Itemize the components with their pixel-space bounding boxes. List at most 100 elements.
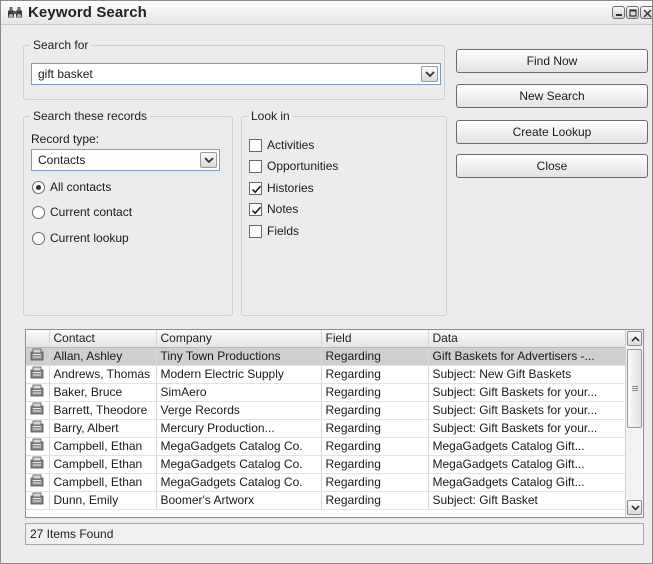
record-type-combobox[interactable]: Contacts xyxy=(31,149,220,171)
cell-contact: Baker, Bruce xyxy=(49,383,157,402)
checkbox-box[interactable] xyxy=(249,182,262,195)
keyword-search-window: Keyword Search Search for gift basket Se… xyxy=(0,0,653,564)
cell-company: SimAero xyxy=(156,383,322,402)
cell-contact: Barry, Albert xyxy=(49,419,157,438)
table-row[interactable]: Campbell, Ethan MegaGadgets Catalog Co. Re… xyxy=(26,437,626,456)
column-header-company[interactable]: Company xyxy=(156,330,322,348)
cell-contact: Campbell, Ethan xyxy=(49,455,157,474)
cell-field: Regarding xyxy=(321,347,429,366)
radio-label: Current contact xyxy=(50,205,133,219)
checkbox-label: Notes xyxy=(267,202,299,216)
cell-data: MegaGadgets Catalog Gift... xyxy=(428,437,626,456)
cell-field: Regarding xyxy=(321,401,429,420)
cell-data: Gift Baskets for Advertisers -... xyxy=(428,347,626,366)
search-for-dropdown-button[interactable] xyxy=(421,66,438,82)
checkmark-icon xyxy=(251,206,262,215)
cell-company: Tiny Town Productions xyxy=(156,347,322,366)
record-type-dropdown-button[interactable] xyxy=(200,152,217,168)
table-row[interactable]: Barrett, Theodore Verge Records Regarding S… xyxy=(26,401,626,420)
row-icon-cell xyxy=(26,419,50,438)
minimize-icon xyxy=(616,14,622,16)
results-header-row: Contact Company Field Data xyxy=(26,330,626,348)
checkbox-box[interactable] xyxy=(249,139,262,152)
table-row[interactable]: Dunn, Emily Boomer's Artworx Regarding Subj… xyxy=(26,491,626,510)
cell-contact: Barrett, Theodore xyxy=(49,401,157,420)
cell-company: Boomer's Artworx xyxy=(156,491,322,510)
cell-data: MegaGadgets Catalog Gift... xyxy=(428,473,626,492)
row-icon-cell xyxy=(26,365,50,384)
table-row[interactable]: Baker, Bruce SimAero Regarding Subject: Gif… xyxy=(26,383,626,402)
column-header-field[interactable]: Field xyxy=(321,330,429,348)
items-found-text: 27 Items Found xyxy=(30,527,114,541)
vertical-scrollbar[interactable] xyxy=(625,330,643,517)
chevron-down-icon xyxy=(204,157,214,164)
radio-indicator[interactable] xyxy=(32,181,45,194)
record-type-label: Record type: xyxy=(31,132,100,146)
checkbox-box[interactable] xyxy=(249,160,262,173)
search-for-combobox[interactable]: gift basket xyxy=(31,63,441,85)
create-lookup-button[interactable]: Create Lookup xyxy=(456,120,648,144)
table-row[interactable]: Campbell, Ethan MegaGadgets Catalog Co. Re… xyxy=(26,473,626,492)
column-header-contact[interactable]: Contact xyxy=(49,330,157,348)
binoculars-icon xyxy=(7,5,23,21)
close-window-button[interactable] xyxy=(640,6,652,19)
search-for-legend: Search for xyxy=(33,38,89,52)
minimize-button[interactable] xyxy=(612,6,625,19)
cell-contact: Andrews, Thomas xyxy=(49,365,157,384)
checkbox-box[interactable] xyxy=(249,203,262,216)
radio-label: Current lookup xyxy=(50,231,129,245)
cell-data: MegaGadgets Catalog Gift... xyxy=(428,455,626,474)
cell-field: Regarding xyxy=(321,473,429,492)
radio-label: All contacts xyxy=(50,180,112,194)
cell-contact: Campbell, Ethan xyxy=(49,473,157,492)
chevron-down-icon xyxy=(425,71,435,78)
row-icon-cell xyxy=(26,383,50,402)
results-grid[interactable]: Contact Company Field Data Allan, Ashley… xyxy=(25,329,644,518)
history-record-icon xyxy=(30,366,44,379)
row-icon-cell xyxy=(26,473,50,492)
history-record-icon xyxy=(30,402,44,415)
table-row[interactable]: Andrews, Thomas Modern Electric Supply Reg… xyxy=(26,365,626,384)
scroll-down-button[interactable] xyxy=(627,500,642,515)
close-icon xyxy=(643,9,652,18)
checkbox-label: Activities xyxy=(267,138,315,152)
row-icon-cell xyxy=(26,437,50,456)
table-row[interactable]: Campbell, Ethan MegaGadgets Catalog Co. Re… xyxy=(26,455,626,474)
cell-data: Subject: Gift Basket xyxy=(428,491,626,510)
radio-indicator[interactable] xyxy=(32,232,45,245)
find-now-button[interactable]: Find Now xyxy=(456,49,648,73)
close-button[interactable]: Close xyxy=(456,154,648,178)
cell-data: Subject: New Gift Baskets xyxy=(428,365,626,384)
checkbox-box[interactable] xyxy=(249,225,262,238)
cell-company: MegaGadgets Catalog Co. xyxy=(156,455,322,474)
title-bar[interactable]: Keyword Search xyxy=(1,1,652,25)
maximize-icon xyxy=(629,9,637,17)
checkmark-icon xyxy=(251,185,262,194)
search-for-value: gift basket xyxy=(38,67,93,81)
maximize-button[interactable] xyxy=(626,6,639,19)
history-record-icon xyxy=(30,420,44,433)
scroll-up-button[interactable] xyxy=(627,331,642,346)
chevron-up-icon xyxy=(631,336,640,342)
scroll-thumb[interactable] xyxy=(627,349,642,428)
checkbox-label: Fields xyxy=(267,224,300,238)
status-bar: 27 Items Found xyxy=(25,523,644,545)
history-record-icon xyxy=(30,492,44,505)
checkbox-label: Opportunities xyxy=(267,159,339,173)
history-record-icon xyxy=(30,438,44,451)
radio-indicator[interactable] xyxy=(32,206,45,219)
column-header-data[interactable]: Data xyxy=(428,330,626,348)
cell-field: Regarding xyxy=(321,383,429,402)
row-icon-cell xyxy=(26,491,50,510)
table-row[interactable]: Barry, Albert Mercury Production... Regard… xyxy=(26,419,626,438)
cell-company: MegaGadgets Catalog Co. xyxy=(156,473,322,492)
row-icon-cell xyxy=(26,455,50,474)
new-search-button[interactable]: New Search xyxy=(456,84,648,108)
cell-contact: Campbell, Ethan xyxy=(49,437,157,456)
cell-company: MegaGadgets Catalog Co. xyxy=(156,437,322,456)
table-row[interactable]: Allan, Ashley Tiny Town Productions Regard… xyxy=(26,347,626,366)
cell-company: Mercury Production... xyxy=(156,419,322,438)
window-title: Keyword Search xyxy=(28,4,147,21)
cell-field: Regarding xyxy=(321,491,429,510)
cell-field: Regarding xyxy=(321,419,429,438)
